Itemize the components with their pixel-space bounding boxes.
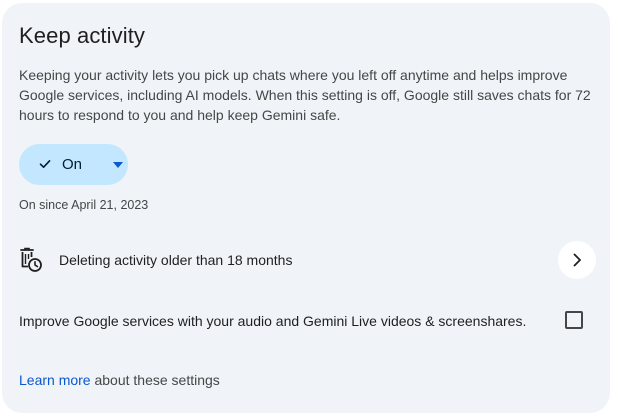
caret-down-icon: [113, 162, 123, 168]
learn-more-link[interactable]: Learn more: [19, 372, 91, 388]
footer-rest-text: about these settings: [90, 372, 220, 388]
chevron-right-icon: [573, 253, 581, 267]
footer-text: Learn more about these settings: [19, 371, 220, 389]
improve-services-row: Improve Google services with your audio …: [2, 303, 610, 339]
keep-activity-card: Keep activity Keeping your activity lets…: [2, 3, 610, 413]
auto-delete-open-button[interactable]: [558, 241, 596, 279]
auto-delete-label: Deleting activity older than 18 months: [59, 252, 293, 268]
improve-services-label: Improve Google services with your audio …: [19, 313, 527, 329]
trash-clock-icon: [20, 247, 42, 272]
improve-services-checkbox[interactable]: [565, 311, 583, 329]
auto-delete-row[interactable]: Deleting activity older than 18 months: [2, 239, 610, 281]
toggle-label: On: [62, 156, 83, 173]
status-since-text: On since April 21, 2023: [19, 198, 149, 212]
card-title: Keep activity: [19, 23, 146, 48]
check-icon: [39, 160, 51, 168]
card-description: Keeping your activity lets you pick up c…: [19, 67, 591, 123]
activity-toggle-button[interactable]: On: [19, 144, 128, 185]
